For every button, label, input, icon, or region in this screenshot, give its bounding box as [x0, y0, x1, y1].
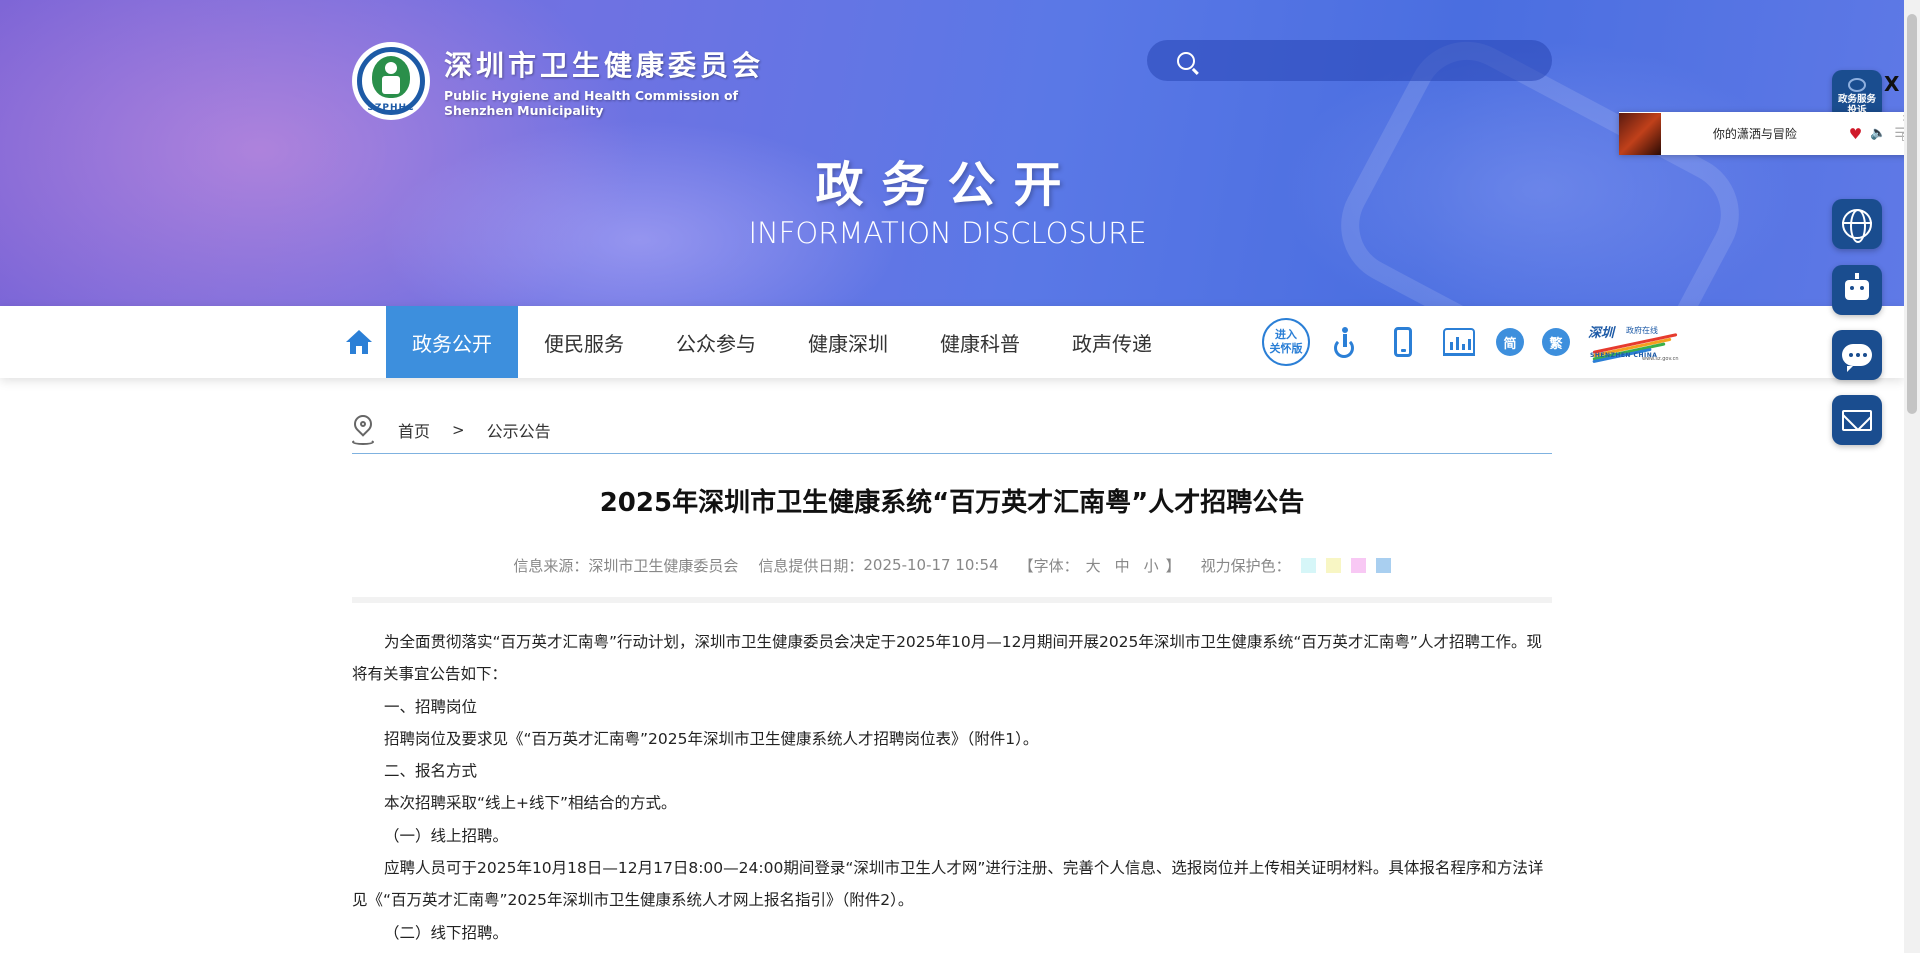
font-size-label: 【字体： [1018, 556, 1079, 575]
font-size-close: 】 [1165, 556, 1181, 575]
mail-icon [1842, 409, 1872, 431]
logo-badge-icon: SZPHHC [352, 42, 430, 120]
home-icon[interactable] [346, 330, 372, 354]
article-meta: 信息来源： 深圳市卫生健康委员会 信息提供日期： 2025-10-17 10:5… [352, 552, 1552, 578]
nav-item-health-science[interactable]: 健康科普 [914, 306, 1046, 378]
section-subtitle: INFORMATION DISCLOSURE [748, 216, 1147, 250]
mail-button[interactable] [1832, 395, 1882, 445]
heart-icon[interactable]: ♥ [1849, 125, 1862, 143]
breadcrumb: 首页 > 公示公告 [350, 411, 1552, 454]
complaint-line1: 政务服务 [1837, 94, 1876, 105]
globe-button[interactable] [1832, 199, 1882, 249]
mobile-icon[interactable] [1394, 327, 1412, 357]
nav-item-gov-voice[interactable]: 政声传递 [1046, 306, 1178, 378]
site-logo[interactable]: SZPHHC 深圳市卫生健康委员会 Public Hygiene and Hea… [352, 40, 802, 122]
font-size-small[interactable]: 小 [1144, 555, 1159, 576]
paragraph: 为全面贯彻落实“百万英才汇南粤”行动计划，深圳市卫生健康委员会决定于2025年1… [352, 633, 1542, 684]
eye-care-swatch-blue[interactable] [1375, 557, 1391, 573]
eye-care-swatch-yellow[interactable] [1325, 557, 1341, 573]
nav-item-services[interactable]: 便民服务 [518, 306, 650, 378]
album-cover[interactable] [1619, 112, 1661, 155]
song-title: 你的潇洒与冒险 [1712, 127, 1797, 141]
wheelchair-icon[interactable] [1332, 327, 1362, 358]
search-icon[interactable] [1177, 51, 1195, 70]
paragraph: 一、招聘岗位 [384, 697, 478, 716]
mobile-button[interactable] [1384, 323, 1422, 361]
font-size-large[interactable]: 大 [1086, 555, 1101, 576]
nav-item-participation[interactable]: 公众参与 [650, 306, 782, 378]
chat-icon [1842, 344, 1872, 372]
volume-icon[interactable]: 🔈 [1870, 126, 1886, 141]
search-bar[interactable] [1147, 40, 1552, 81]
paragraph: 本次招聘采取“线上+线下”相结合的方式。 [384, 794, 677, 813]
care-mode-button[interactable]: 进入 关怀版 [1262, 318, 1310, 366]
meta-divider [352, 597, 1552, 603]
paragraph: 应聘人员可于2025年10月18日—12月17日8:00—24:00期间登录“深… [352, 859, 1544, 910]
source-value: 深圳市卫生健康委员会 [588, 556, 739, 575]
close-float-icon[interactable]: X [1884, 72, 1899, 96]
scrollbar-thumb[interactable] [1907, 14, 1917, 414]
location-pin-icon [350, 411, 376, 445]
nav-item-disclosure[interactable]: 政务公开 [386, 306, 518, 378]
robot-button[interactable] [1832, 265, 1882, 315]
breadcrumb-home[interactable]: 首页 [398, 418, 430, 442]
eye-care-label: 视力保护色： [1200, 556, 1291, 575]
music-player[interactable]: 你的潇洒与冒险 ♥ 🔈 ☰ × [1619, 112, 1914, 155]
font-size-medium[interactable]: 中 [1115, 555, 1130, 576]
complaint-icon [1848, 78, 1866, 92]
eye-care-swatch-pink[interactable] [1350, 557, 1366, 573]
paragraph: （二）线下招聘。 [384, 923, 509, 942]
breadcrumb-current[interactable]: 公示公告 [487, 418, 551, 442]
paragraph: 招聘岗位及要求见《“百万英才汇南粤”2025年深圳市卫生健康系统人才招聘岗位表》… [384, 729, 1039, 748]
search-input[interactable] [1207, 52, 1527, 69]
article-title: 2025年深圳市卫生健康系统“百万英才汇南粤”人才招聘公告 [599, 488, 1305, 518]
accessibility-button[interactable] [1328, 323, 1366, 361]
date-label: 信息提供日期： [758, 556, 864, 575]
source-label: 信息来源： [513, 556, 589, 575]
care-mode-line1: 进入 [1275, 328, 1297, 341]
article-body: 为全面贯彻落实“百万英才汇南粤”行动计划，深圳市卫生健康委员会决定于2025年1… [352, 626, 1552, 949]
paragraph: （一）线上招聘。 [384, 826, 509, 845]
globe-icon [1842, 209, 1872, 243]
traditional-chinese-button[interactable]: 繁 [1542, 328, 1570, 356]
care-mode-line2: 关怀版 [1269, 342, 1303, 355]
org-name-en: Public Hygiene and Health Commission of … [444, 88, 739, 118]
stats-icon[interactable] [1443, 328, 1475, 356]
simplified-chinese-button[interactable]: 简 [1496, 328, 1524, 356]
shenzhen-gov-logo[interactable]: 深圳 政府在线 SHENZHEN CHINA www.sz.gov.cn [1588, 320, 1680, 364]
stats-button[interactable] [1440, 323, 1478, 361]
robot-icon [1845, 273, 1869, 300]
logo-badge-text: SZPHHC [367, 103, 415, 113]
chat-button[interactable] [1832, 330, 1882, 380]
nav-home[interactable] [333, 306, 385, 378]
breadcrumb-separator: > [452, 421, 465, 439]
date-value: 2025-10-17 10:54 [863, 556, 999, 574]
main-nav: 政务公开 便民服务 公众参与 健康深圳 健康科普 政声传递 进入 关怀版 简 繁… [0, 306, 1904, 378]
paragraph: 二、报名方式 [384, 762, 478, 781]
nav-item-healthy-shenzhen[interactable]: 健康深圳 [782, 306, 914, 378]
eye-care-swatch-cyan[interactable] [1300, 557, 1316, 573]
org-name-zh: 深圳市卫生健康委员会 [444, 49, 765, 82]
section-title: 政务公开 [815, 157, 1080, 213]
